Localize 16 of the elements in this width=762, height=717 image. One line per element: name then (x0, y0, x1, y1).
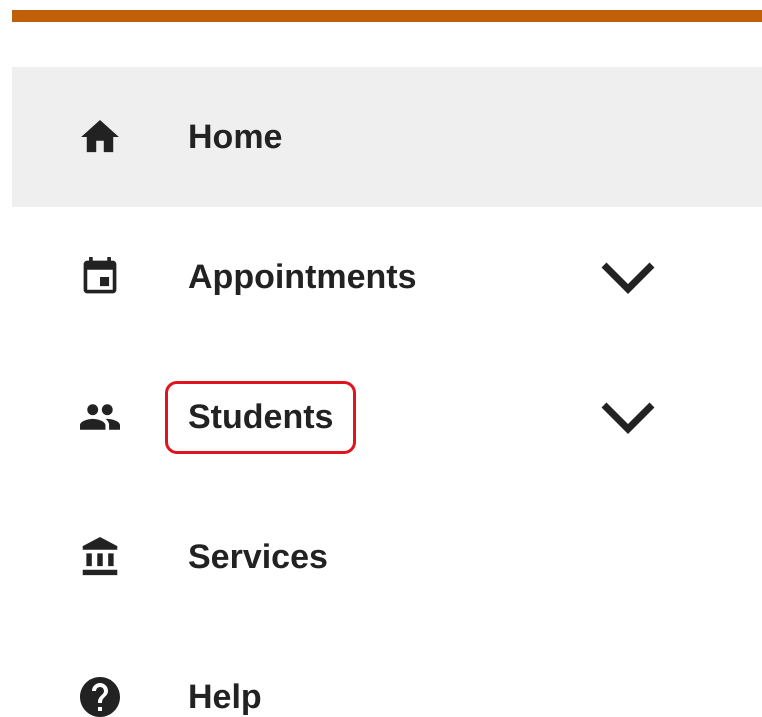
menu-label: Services (187, 536, 329, 578)
home-icon (81, 120, 119, 154)
bank-icon (82, 537, 118, 577)
chevron-down-icon[interactable] (600, 400, 656, 434)
people-icon (80, 404, 120, 430)
menu-item[interactable]: Appointments (12, 207, 762, 347)
menu-item[interactable]: Services (12, 487, 762, 627)
menu-item[interactable]: Home (12, 67, 762, 207)
menu-item[interactable]: Students (12, 347, 762, 487)
menu-label: Appointments (187, 256, 418, 298)
menu-item[interactable]: Help (12, 627, 762, 717)
menu-label: Home (187, 116, 284, 158)
chevron-down-icon[interactable] (600, 260, 656, 294)
menu-label: Help (187, 676, 263, 717)
help-icon (80, 677, 120, 717)
menu-label: Students (165, 380, 356, 454)
